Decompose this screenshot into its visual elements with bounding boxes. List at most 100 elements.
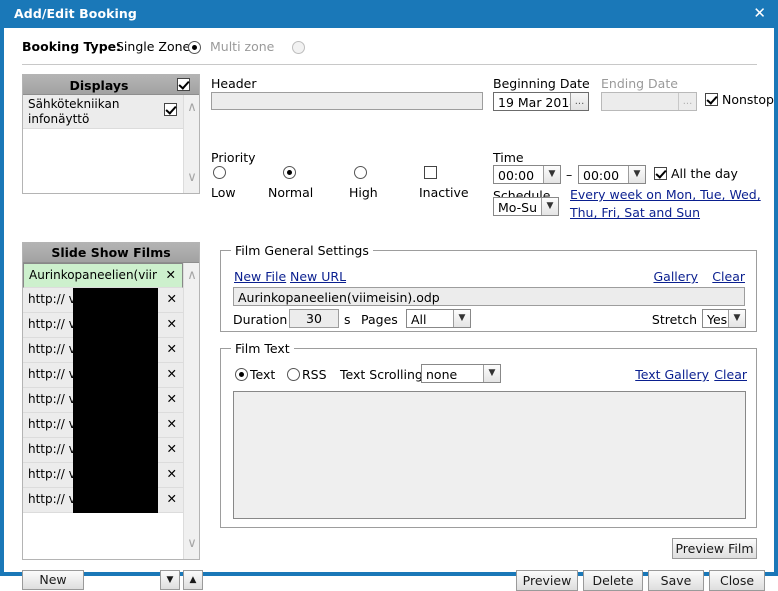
gallery-link[interactable]: Gallery	[653, 269, 698, 284]
clear-text-link[interactable]: Clear	[714, 367, 747, 382]
time-to-select[interactable]: 00:00 ▼	[578, 165, 646, 184]
header-field-label: Header	[211, 76, 257, 91]
remove-film-icon[interactable]: ✕	[167, 291, 177, 306]
priority-radio-normal[interactable]	[283, 166, 296, 179]
remove-film-icon[interactable]: ✕	[167, 416, 177, 431]
priority-label-low: Low	[211, 185, 236, 200]
time-range-dash: –	[566, 167, 573, 182]
remove-film-icon[interactable]: ✕	[166, 267, 176, 282]
booking-type-radio-single[interactable]	[188, 41, 201, 54]
schedule-select[interactable]: Mo-Su ▼	[493, 197, 559, 216]
all-the-day-checkbox[interactable]	[654, 167, 667, 180]
chevron-up-icon[interactable]: ∧	[187, 101, 197, 114]
remove-film-icon[interactable]: ✕	[167, 441, 177, 456]
add-edit-booking-dialog: Add/Edit Booking ✕ Booking Type: Single …	[0, 0, 778, 591]
film-text-legend: Film Text	[231, 341, 294, 356]
close-icon[interactable]: ✕	[753, 4, 766, 22]
chevron-down-icon[interactable]: ▼	[483, 365, 500, 382]
chevron-down-icon[interactable]: ∨	[187, 537, 197, 550]
time-label: Time	[493, 150, 524, 165]
remove-film-icon[interactable]: ✕	[167, 341, 177, 356]
list-item[interactable]: Aurinkopaneelien(viimei... ✕	[23, 263, 183, 288]
time-from-value: 00:00	[498, 168, 535, 183]
chevron-up-icon[interactable]: ∧	[187, 269, 197, 282]
remove-film-icon[interactable]: ✕	[167, 491, 177, 506]
priority-radio-high[interactable]	[354, 166, 367, 179]
displays-select-all-checkbox[interactable]	[177, 78, 190, 91]
schedule-value: Mo-Su	[498, 200, 538, 215]
booking-type-row: Booking Type: Single Zone Multi zone	[22, 36, 722, 58]
remove-film-icon[interactable]: ✕	[167, 391, 177, 406]
chevron-down-icon[interactable]: ▼	[628, 166, 645, 183]
film-general-settings-legend: Film General Settings	[231, 243, 373, 258]
beginning-date-label: Beginning Date	[493, 76, 590, 91]
display-checkbox[interactable]	[164, 103, 177, 116]
stretch-select[interactable]: Yes ▼	[702, 309, 746, 328]
priority-label: Priority	[211, 150, 256, 165]
displays-panel-title: Displays	[69, 78, 129, 93]
time-from-select[interactable]: 00:00 ▼	[493, 165, 561, 184]
new-url-link[interactable]: New URL	[290, 269, 346, 284]
beginning-date-picker-button[interactable]: ...	[570, 93, 588, 110]
duration-input[interactable]: 30	[289, 309, 339, 328]
film-general-settings-group: Film General Settings New File New URL G…	[220, 243, 757, 332]
text-gallery-link[interactable]: Text Gallery	[635, 367, 709, 382]
inactive-label: Inactive	[419, 185, 469, 200]
slide-show-films-panel: Slide Show Films Aurinkopaneelien(viimei…	[22, 242, 200, 560]
films-scrollbar[interactable]: ∧ ∨	[183, 263, 199, 559]
booking-type-option-multi-label: Multi zone	[210, 39, 275, 54]
chevron-down-icon[interactable]: ▼	[541, 198, 558, 215]
remove-film-icon[interactable]: ✕	[167, 366, 177, 381]
priority-radio-low[interactable]	[213, 166, 226, 179]
header-input[interactable]	[211, 92, 483, 110]
schedule-recurrence-link[interactable]: Every week on Mon, Tue, Wed, Thu, Fri, S…	[570, 186, 770, 222]
film-text-area[interactable]	[233, 391, 746, 519]
ending-date-picker-button: ...	[678, 93, 696, 110]
film-name: Aurinkopaneelien(viimei...	[29, 268, 157, 282]
nonstop-label: Nonstop	[722, 92, 774, 107]
text-scrolling-select[interactable]: none ▼	[421, 364, 501, 383]
film-file-input[interactable]: Aurinkopaneelien(viimeisin).odp	[233, 287, 745, 306]
chevron-down-icon[interactable]: ∨	[187, 171, 197, 184]
chevron-down-icon[interactable]: ▼	[728, 310, 745, 327]
chevron-down-icon[interactable]: ▼	[543, 166, 560, 183]
save-button[interactable]: Save	[648, 570, 704, 591]
clear-file-link[interactable]: Clear	[712, 269, 745, 284]
text-scrolling-label: Text Scrolling	[340, 367, 423, 382]
dialog-title: Add/Edit Booking	[14, 6, 137, 21]
pages-value: All	[411, 312, 427, 327]
stretch-value: Yes	[707, 312, 728, 327]
list-item[interactable]: Sähkötekniikan infonäyttö	[23, 95, 183, 129]
text-scrolling-value: none	[426, 367, 458, 382]
preview-film-button[interactable]: Preview Film	[672, 538, 757, 559]
film-text-radio-rss[interactable]	[287, 368, 300, 381]
redaction-overlay	[73, 288, 158, 513]
pages-select[interactable]: All ▼	[406, 309, 471, 328]
new-file-link[interactable]: New File	[234, 269, 286, 284]
time-to-value: 00:00	[583, 168, 620, 183]
display-name: Sähkötekniikan infonäyttö	[28, 97, 120, 126]
film-file-value: Aurinkopaneelien(viimeisin).odp	[238, 290, 440, 305]
all-the-day-label: All the day	[671, 166, 738, 181]
delete-button[interactable]: Delete	[583, 570, 643, 591]
remove-film-icon[interactable]: ✕	[167, 316, 177, 331]
chevron-down-icon[interactable]: ▼	[453, 310, 470, 327]
duration-label: Duration	[233, 312, 288, 327]
beginning-date-field[interactable]: 19 Mar 2014 ...	[493, 92, 589, 111]
move-film-up-button[interactable]: ▲	[183, 570, 203, 590]
film-text-group: Film Text Text RSS Text Scrolling none ▼…	[220, 341, 757, 528]
new-film-button[interactable]: New	[22, 570, 84, 590]
dialog-titlebar: Add/Edit Booking ✕	[0, 0, 778, 28]
booking-type-radio-multi	[291, 41, 305, 54]
preview-button[interactable]: Preview	[516, 570, 578, 591]
slide-show-films-list: Aurinkopaneelien(viimei...✕http:// val..…	[23, 263, 199, 559]
film-text-radio-text[interactable]	[235, 368, 248, 381]
inactive-checkbox[interactable]	[424, 166, 437, 179]
move-film-down-button[interactable]: ▼	[160, 570, 180, 590]
duration-unit: s	[344, 312, 351, 327]
close-button[interactable]: Close	[709, 570, 765, 591]
displays-scrollbar[interactable]: ∧ ∨	[183, 95, 199, 193]
remove-film-icon[interactable]: ✕	[167, 466, 177, 481]
nonstop-checkbox[interactable]	[705, 93, 718, 106]
displays-panel-header: Displays	[23, 75, 199, 95]
